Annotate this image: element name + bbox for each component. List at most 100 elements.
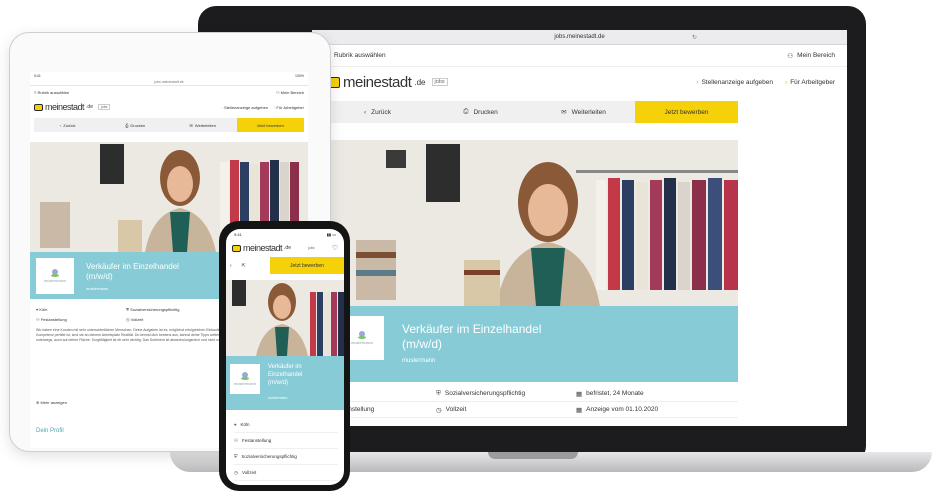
action-bar: ‹ Zurück ⎙ Drucken ✉ Weiterleiten Jetzt bew… (34, 118, 304, 132)
share-button[interactable]: ✉ Weiterleiten (169, 118, 237, 132)
facts-row: Köln ⛨Sozialversicherungspflichtig ▦befr… (326, 386, 738, 402)
status-bar: 9:41 100% (34, 74, 304, 78)
menu-button[interactable]: Rubrik auswählen (322, 52, 386, 59)
job-facts: Köln ⛨Sozialversicherungspflichtig ▦befr… (326, 386, 738, 418)
tablet-header: meinestadt .de jobs ›Stellenanzeige aufg… (30, 98, 308, 116)
printer-icon: ⎙ (463, 108, 469, 115)
laptop-screen: jobs.meinestadt.de ↻ Rubrik auswählen ⚇ … (312, 30, 847, 426)
fact-hours: ◷ Vollzeit (126, 316, 144, 322)
people-icon: ⚇ (36, 316, 40, 322)
fact-insurance: ⛨ Sozialversicherungspflichtig (126, 306, 180, 312)
action-bar: ‹ Zurück ⎙ Drucken ✉ Weiterleiten Jetzt bew… (326, 101, 738, 123)
envelope-icon: ✉ (189, 122, 193, 128)
back-button[interactable]: ‹ Zurück (34, 118, 102, 132)
fact-location: ⌖ Köln (36, 306, 48, 312)
company-name: mustermann (86, 286, 109, 291)
apply-button[interactable]: Jetzt bewerben (236, 118, 304, 132)
hero-image (326, 140, 738, 306)
employer-link[interactable]: ›Für Arbeitgeber (785, 79, 835, 86)
fact-hours: ◷ Vollzeit (234, 465, 338, 481)
logo-name: meinestadt (343, 73, 412, 91)
apply-button[interactable]: Jetzt bewerben (270, 257, 344, 274)
fact-contract: ⚇ Festanstellung (234, 433, 338, 449)
logo-badge: jobs (431, 78, 448, 86)
company-logo[interactable]: mustermann (36, 258, 74, 294)
post-job-link[interactable]: ›Stellenanzeige aufgeben (696, 79, 773, 86)
heart-icon[interactable]: ♡ (332, 244, 338, 252)
header: meinestadt .de jobs › Stellenanzeige aufg… (312, 67, 847, 97)
tablet-top-bar: ≡ Rubrik auswählen ⚇ Mein Bereich (30, 86, 308, 98)
hamburger-icon: ≡ (34, 89, 37, 95)
chevron-left-icon[interactable]: ‹ (230, 263, 232, 269)
reload-icon[interactable]: ↻ (692, 34, 697, 41)
facts-row: Festanstellung ◷ Vollzeit ▦ Anzeige vom 01… (326, 402, 738, 418)
chevron-left-icon: ‹ (59, 122, 62, 128)
job-title: Verkäufer im Einzelhandel (m/w/d) (86, 262, 179, 281)
employer-link[interactable]: ›Für Arbeitgeber (274, 105, 304, 110)
laptop-notch (488, 452, 578, 459)
print-button[interactable]: ⎙ Drucken (102, 118, 170, 132)
printer-icon: ⎙ (125, 122, 129, 128)
site-logo[interactable]: meinestadt .de jobs (34, 102, 111, 112)
job-facts: ⌖ Köln ⚇ Festanstellung ⛨ Sozialversicherun… (234, 417, 338, 481)
chevron-left-icon: ‹ (363, 108, 367, 116)
account-link[interactable]: ⚇ Mein Bereich (276, 90, 304, 95)
location-pin-icon: ⌖ (234, 422, 237, 427)
menu-button[interactable]: ≡ Rubrik auswählen (34, 90, 69, 95)
user-icon: ⚇ (275, 89, 280, 95)
top-bar: Rubrik auswählen ⚇ Mein Bereich (312, 45, 847, 67)
browser-address-bar[interactable]: jobs.meinestadt.de ↻ (312, 30, 847, 45)
job-header-card: mustermann Verkäufer im Einzelhandel (m/… (326, 306, 738, 382)
site-logo[interactable]: meinestadt .de (232, 243, 291, 253)
logo-mark (232, 244, 241, 252)
job-title: Verkäufer im Einzelhandel (m/w/d) (268, 364, 303, 386)
clock-icon: ◷ (436, 406, 442, 414)
clock-icon: ◷ (126, 316, 130, 322)
fact-posted: ▦ Anzeige vom 01.10.2020 (576, 406, 659, 414)
header-links: ›Stellenanzeige aufgeben ›Für Arbeitgebe… (222, 105, 304, 110)
back-button[interactable]: ‹ Zurück (326, 101, 429, 123)
account-label: Mein Bereich (797, 52, 835, 59)
job-header-card: mustermann Verkäufer im Einzelhandel (m/… (226, 356, 344, 410)
fact-duration: ▦ befristet, 24 Monate (576, 390, 644, 398)
apply-button[interactable]: Jetzt bewerben (635, 101, 738, 123)
flower-logo-icon (50, 269, 60, 278)
header-links: ›Stellenanzeige aufgeben ›Für Arbeitgebe… (696, 79, 835, 86)
people-icon: ⚇ (234, 437, 239, 443)
account-link[interactable]: ⚇ Mein Bereich (787, 52, 835, 60)
signal-battery-icon: ▮▮ ▭ (326, 231, 336, 237)
company-name: mustermann (402, 358, 436, 364)
company-logo-text: mustermann (350, 340, 374, 345)
print-button[interactable]: ⎙ Drucken (429, 101, 532, 123)
show-more-button[interactable]: ⊕ Mehr anzeigen (36, 400, 67, 405)
phone-screen: 9:41 ▮▮ ▭ meinestadt .de jobs ♡ ‹ ⇱ Jetz… (226, 229, 344, 485)
post-job-link[interactable]: ›Stellenanzeige aufgeben (222, 105, 268, 110)
hero-illustration (226, 280, 344, 356)
flower-logo-icon (240, 372, 250, 381)
fact-hours: ◷ Vollzeit (436, 406, 467, 414)
shield-icon: ⛨ (234, 454, 238, 459)
shield-icon: ⛨ (436, 389, 441, 397)
share-icon[interactable]: ⇱ (242, 263, 246, 269)
company-name: mustermann (268, 396, 288, 400)
url-text: jobs.meinestadt.de (554, 34, 605, 40)
fact-insurance: ⛨ Sozialversicherungspflichtig (436, 389, 526, 398)
phone-header: meinestadt .de jobs ♡ (226, 239, 344, 257)
calendar-icon: ▦ (576, 390, 583, 398)
site-logo[interactable]: meinestadt .de jobs (326, 74, 448, 91)
clock-icon: ◷ (234, 469, 238, 475)
logo-badge: jobs (308, 246, 315, 250)
fact-insurance: ⛨ Sozialversicherungspflichtig (234, 449, 338, 465)
status-bar: 9:41 ▮▮ ▭ (234, 231, 336, 237)
flower-logo-icon (357, 331, 367, 340)
logo-tld: .de (414, 77, 426, 87)
share-button[interactable]: ✉ Weiterleiten (532, 101, 635, 123)
logo-mark (34, 103, 43, 111)
fact-location: ⌖ Köln (234, 417, 338, 433)
location-pin-icon: ⌖ (36, 306, 39, 312)
company-logo[interactable]: mustermann (230, 364, 260, 394)
hero-image (226, 280, 344, 356)
calendar-icon: ▦ (576, 406, 583, 414)
plus-icon: ⊕ (36, 400, 40, 405)
shield-icon: ⛨ (126, 306, 129, 312)
